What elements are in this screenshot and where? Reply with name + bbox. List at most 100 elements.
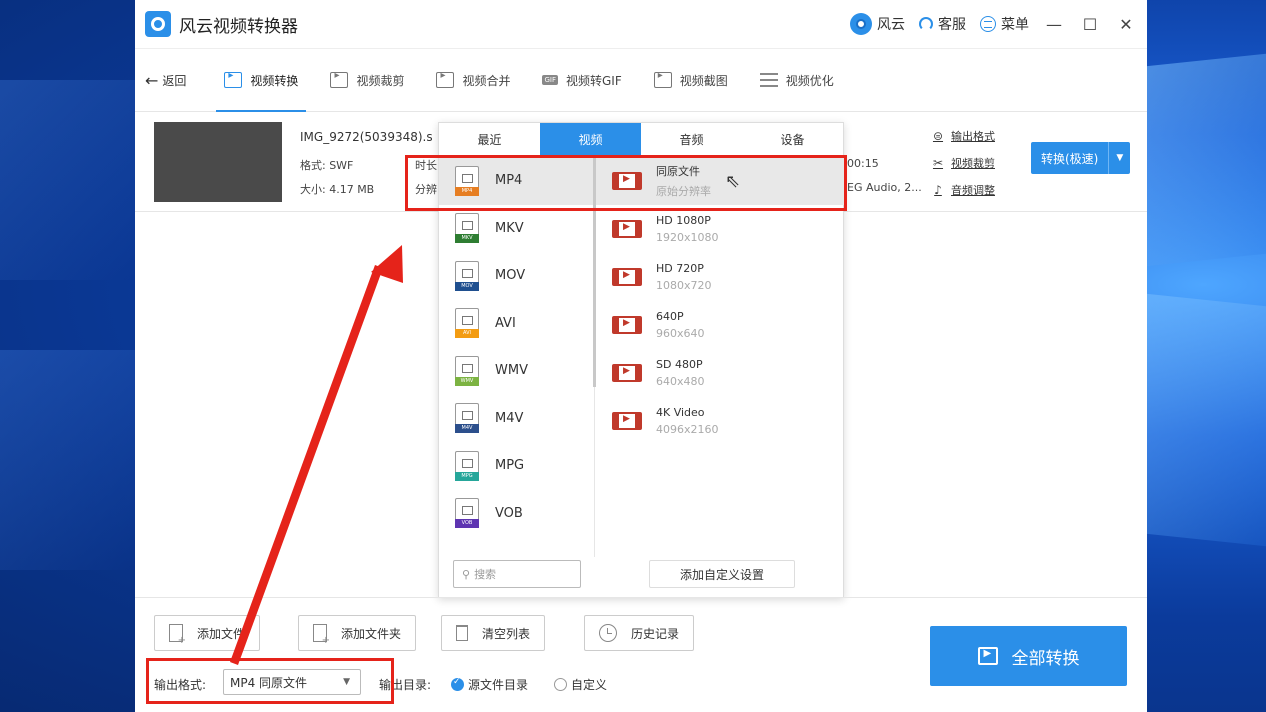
audio-adjust-link[interactable]: ♪ 音频调整 [931, 182, 995, 198]
resolution-name: 4K Video [656, 406, 705, 419]
output-format-link[interactable]: ⊜ 输出格式 [931, 128, 995, 144]
resolution-label: 分辨 [415, 183, 437, 196]
tab-label: 视频转换 [250, 73, 299, 88]
history-button[interactable]: 历史记录 [584, 615, 695, 651]
maximize-button[interactable]: ☐ [1079, 15, 1101, 34]
resolution-item[interactable]: 同原文件原始分辨率 [596, 157, 844, 205]
resolution-text: 同原文件 原始分辨率 [656, 163, 711, 199]
add-folder-icon [313, 624, 330, 646]
convert-button[interactable]: 转换(极速) [1031, 142, 1109, 174]
tab-video-optimize[interactable]: 视频优化 [759, 49, 834, 112]
film-icon [612, 364, 642, 382]
minimize-button[interactable]: — [1043, 15, 1065, 34]
format-item[interactable]: M4V M4V [439, 395, 594, 443]
duration-label: 时长 [415, 159, 437, 172]
radio-source-dir[interactable]: 源文件目录 [451, 676, 528, 693]
format-name: AVI [495, 315, 516, 331]
app-title: 风云视频转换器 [179, 16, 298, 37]
resolution-text: 4K Video 4096x2160 [656, 406, 719, 436]
audio-info: EG Audio, 2... [847, 181, 922, 194]
format-tag: MPG [455, 471, 479, 481]
resolution-text: HD 720P 1080x720 [656, 262, 712, 292]
resolution-size: 1920x1080 [656, 231, 719, 244]
resolution-text: HD 1080P 1920x1080 [656, 214, 719, 244]
tab-device[interactable]: 设备 [742, 123, 843, 156]
tab-video-screenshot[interactable]: 视频截图 [653, 49, 728, 112]
format-icon: ⊜ [932, 129, 944, 143]
format-item[interactable]: WMV WMV [439, 347, 594, 395]
brand-icon [850, 13, 872, 35]
resolution-item[interactable]: HD 1080P 1920x1080 [596, 205, 844, 253]
radio-custom-dir[interactable]: 自定义 [554, 676, 607, 693]
resolution-name: HD 720P [656, 262, 704, 275]
format-item[interactable]: AVI AVI [439, 300, 594, 348]
back-button[interactable]: ← 返回 [145, 71, 186, 90]
format-name: M4V [495, 410, 524, 426]
resolution-text: 640P 960x640 [656, 310, 705, 340]
sliders-icon [759, 73, 778, 87]
resolution-name: SD 480P [656, 358, 703, 371]
tab-video-merge[interactable]: 视频合并 [436, 49, 510, 112]
format-search-input[interactable]: ⚲ 搜索 [453, 560, 581, 588]
menu-button[interactable]: 菜单 [980, 14, 1029, 34]
resolution-item[interactable]: 4K Video 4096x2160 [596, 397, 844, 445]
app-logo-icon [145, 11, 171, 37]
bottom-toolbar: 添加文件 添加文件夹 清空列表 历史记录 输出格式: MP4 同原文件 ▼ 输出… [135, 597, 1147, 712]
convert-dropdown-button[interactable]: ▼ [1108, 142, 1131, 174]
screenshot-icon [653, 70, 672, 88]
format-item[interactable]: MP4 MP4 [439, 157, 594, 205]
resolution-item[interactable]: HD 720P 1080x720 [596, 253, 844, 301]
tab-video[interactable]: 视频 [540, 123, 641, 156]
service-button[interactable]: 客服 [919, 14, 966, 34]
trash-icon [456, 625, 468, 641]
headset-icon [919, 17, 933, 31]
format-dropdown: 最近 视频 音频 设备 MP4 MP4 MKV MKV MOV MOV AVI AVI WMV W… [438, 122, 844, 598]
chevron-down-icon: ▼ [343, 677, 350, 687]
resolution-name: 640P [656, 310, 684, 323]
video-file-icon: AVI [455, 308, 479, 339]
resolution-item[interactable]: 640P 960x640 [596, 301, 844, 349]
search-placeholder: 搜索 [474, 568, 497, 581]
format-tag: MKV [455, 234, 479, 244]
convert-all-button[interactable]: 全部转换 [930, 626, 1127, 686]
tab-video-crop[interactable]: 视频裁剪 [330, 49, 404, 112]
video-crop-link[interactable]: ✂ 视频裁剪 [931, 155, 995, 171]
add-folder-button[interactable]: 添加文件夹 [298, 615, 417, 651]
tab-video-convert[interactable]: 视频转换 [216, 49, 307, 112]
menu-label: 菜单 [1001, 17, 1029, 33]
film-icon [612, 268, 642, 286]
add-custom-setting-button[interactable]: 添加自定义设置 [649, 560, 795, 588]
format-tag: MOV [455, 281, 479, 291]
title-bar: 风云视频转换器 风云 客服 菜单 — ☐ ✕ [135, 0, 1147, 49]
format-item[interactable]: MOV MOV [439, 252, 594, 300]
brand-link[interactable]: 风云 [850, 13, 905, 35]
link-label: 输出格式 [951, 130, 995, 143]
merge-icon [436, 70, 455, 88]
format-item[interactable]: MPG MPG [439, 442, 594, 490]
service-label: 客服 [938, 17, 966, 33]
resolution-item[interactable]: SD 480P 640x480 [596, 349, 844, 397]
format-item[interactable]: VOB VOB [439, 490, 594, 538]
radio-label: 自定义 [571, 678, 608, 692]
link-label: 视频裁剪 [951, 157, 995, 170]
tab-audio[interactable]: 音频 [641, 123, 742, 156]
format-tag: VOB [455, 519, 479, 529]
video-file-icon: MP4 [455, 165, 479, 196]
output-format-label: 输出格式: [154, 678, 207, 692]
add-file-button[interactable]: 添加文件 [154, 615, 261, 651]
output-dir-label: 输出目录: [379, 678, 432, 692]
output-format-select[interactable]: MP4 同原文件 ▼ [223, 669, 361, 695]
brand-label: 风云 [877, 17, 905, 33]
clear-list-button[interactable]: 清空列表 [441, 615, 546, 651]
tab-label: 视频截图 [679, 73, 728, 88]
tab-label: 视频优化 [785, 73, 834, 88]
file-size: 大小: 4.17 MB [300, 183, 375, 196]
format-item[interactable]: MKV MKV [439, 205, 594, 253]
link-label: 音频调整 [951, 184, 995, 197]
tab-video-to-gif[interactable]: GIF 视频转GIF [542, 49, 622, 112]
back-arrow-icon: ← [145, 70, 159, 90]
close-button[interactable]: ✕ [1115, 15, 1137, 34]
video-file-icon: MPG [455, 450, 479, 481]
tab-recent[interactable]: 最近 [439, 123, 540, 156]
feature-nav: ← 返回 视频转换 视频裁剪 视频合并 GIF 视频转GIF 视频截图 视频优化 [135, 49, 1147, 112]
